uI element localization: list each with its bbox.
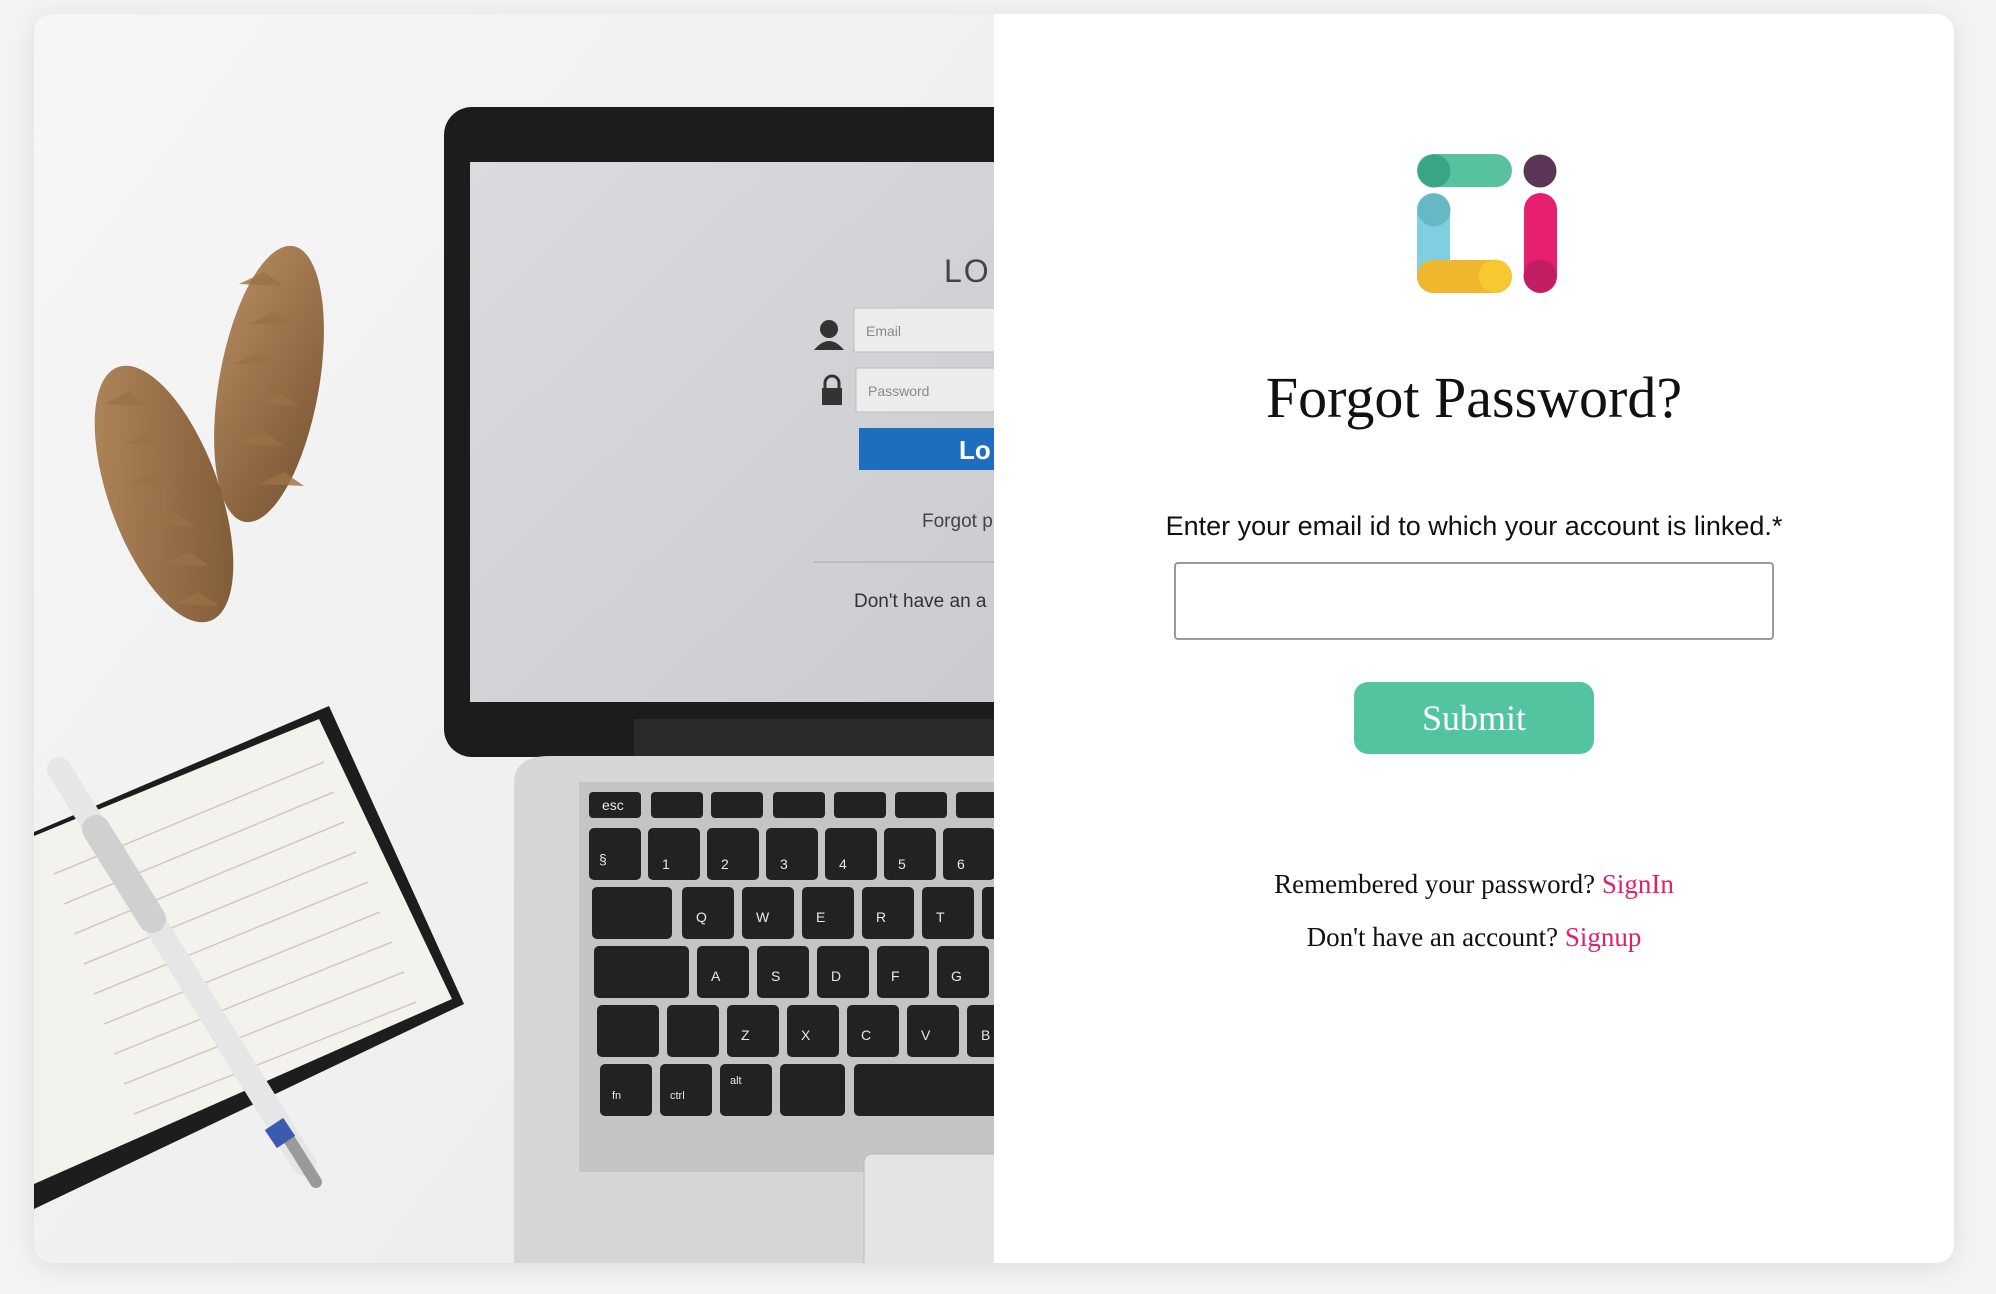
svg-text:ctrl: ctrl [670, 1090, 685, 1102]
svg-text:E: E [816, 909, 825, 925]
svg-text:X: X [801, 1027, 811, 1043]
svg-text:R: R [876, 909, 886, 925]
hero-photo: LO Email Password Lo Forgot p Don't have… [34, 14, 994, 1263]
forgot-password-panel: Forgot Password? Enter your email id to … [994, 14, 1954, 1263]
svg-text:Q: Q [696, 909, 707, 925]
svg-text:T: T [936, 909, 945, 925]
svg-text:C: C [861, 1027, 871, 1043]
forgot-password-card: LO Email Password Lo Forgot p Don't have… [34, 14, 1954, 1263]
signup-line: Don't have an account? Signup [994, 922, 1954, 953]
svg-text:fn: fn [612, 1090, 621, 1102]
svg-text:S: S [771, 968, 780, 984]
email-input[interactable] [1174, 562, 1774, 640]
app-logo [1417, 154, 1557, 293]
signin-line: Remembered your password? SignIn [994, 869, 1954, 900]
page-title: Forgot Password? [1265, 365, 1683, 430]
signup-prompt: Don't have an account? [1306, 922, 1565, 952]
svg-text:esc: esc [602, 797, 624, 813]
svg-text:4: 4 [839, 856, 847, 872]
svg-text:D: D [831, 968, 841, 984]
svg-text:2: 2 [721, 856, 729, 872]
laptop: LO Email Password Lo Forgot p Don't have… [444, 107, 994, 1263]
signup-link[interactable]: Signup [1565, 922, 1642, 952]
svg-text:V: V [921, 1027, 931, 1043]
svg-text:B: B [981, 1027, 990, 1043]
svg-text:Email: Email [866, 323, 901, 339]
svg-text:Z: Z [741, 1027, 750, 1043]
svg-text:Don't have an a: Don't have an a [854, 591, 987, 612]
svg-text:Lo: Lo [959, 435, 991, 465]
svg-text:G: G [951, 968, 962, 984]
svg-text:LO: LO [944, 253, 991, 289]
svg-text:A: A [711, 968, 721, 984]
svg-text:6: 6 [957, 856, 965, 872]
svg-text:3: 3 [780, 856, 788, 872]
svg-text:Forgot p: Forgot p [922, 511, 993, 532]
svg-text:F: F [891, 968, 900, 984]
svg-text:W: W [756, 909, 770, 925]
svg-text:1: 1 [662, 856, 670, 872]
submit-button[interactable]: Submit [1354, 682, 1594, 754]
svg-text:§: § [599, 851, 607, 867]
svg-text:Password: Password [868, 383, 929, 399]
signin-prompt: Remembered your password? [1274, 869, 1602, 899]
email-field-label: Enter your email id to which your accoun… [1165, 511, 1783, 541]
svg-text:5: 5 [898, 856, 906, 872]
signin-link[interactable]: SignIn [1602, 869, 1674, 899]
svg-text:alt: alt [730, 1075, 742, 1087]
